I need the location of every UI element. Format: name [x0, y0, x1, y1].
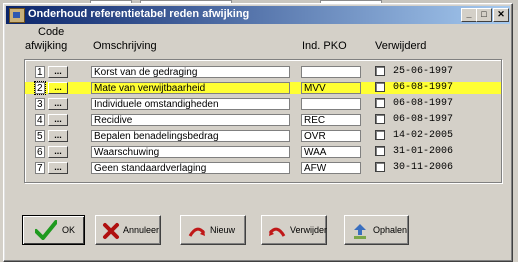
- verwijderd-checkbox[interactable]: [375, 82, 385, 92]
- omschrijving-field[interactable]: Recidive: [91, 114, 290, 126]
- header-code: Code: [38, 26, 65, 38]
- window-title: Onderhoud referentietabel reden afwijkin…: [28, 8, 250, 20]
- verwijderd-date: 06-08-1997: [393, 114, 454, 125]
- app-icon: [9, 8, 25, 23]
- ok-label: OK: [62, 225, 76, 235]
- dialog-window: Onderhoud referentietabel reden afwijkin…: [3, 3, 513, 262]
- title-bar: Onderhoud referentietabel reden afwijkin…: [6, 6, 510, 24]
- code-field[interactable]: 5: [35, 130, 45, 142]
- ind-pko-field[interactable]: AFW: [301, 162, 361, 174]
- omschrijving-field[interactable]: Korst van de gedraging: [91, 66, 290, 78]
- ophalen-label: Ophalen: [373, 225, 408, 235]
- ind-pko-field[interactable]: [301, 98, 361, 110]
- verwijderd-date: 30-11-2006: [393, 162, 454, 173]
- annuleer-button[interactable]: Annuleer: [95, 215, 161, 245]
- omschrijving-field[interactable]: Individuele omstandigheden: [91, 98, 290, 110]
- verwijderd-date: 14-02-2005: [393, 130, 454, 141]
- code-field[interactable]: 4: [35, 114, 45, 126]
- lookup-button[interactable]: ...: [48, 66, 68, 78]
- annuleer-label: Annuleer: [123, 225, 160, 235]
- header-verwijderd: Verwijderd: [375, 40, 427, 52]
- lookup-button[interactable]: ...: [48, 98, 68, 110]
- code-field[interactable]: 6: [35, 146, 45, 158]
- ind-pko-field[interactable]: MVV: [301, 82, 361, 94]
- header-omschrijving: Omschrijving: [93, 40, 157, 52]
- omschrijving-field[interactable]: Geen standaardverlaging: [91, 162, 290, 174]
- ind-pko-field[interactable]: [301, 66, 361, 78]
- records-group: 1... Korst van de gedraging 25-06-1997 2...…: [24, 59, 502, 183]
- omschrijving-field[interactable]: Mate van verwijtbaarheid: [91, 82, 290, 94]
- verwijderd-checkbox[interactable]: [375, 130, 385, 140]
- verwijderd-checkbox[interactable]: [375, 66, 385, 76]
- background-app-bottom: [0, 262, 518, 277]
- omschrijving-field[interactable]: Waarschuwing: [91, 146, 290, 158]
- verwijderd-checkbox[interactable]: [375, 114, 385, 124]
- verwijder-button[interactable]: Verwijder: [261, 215, 327, 245]
- header-ind-pko: Ind. PKO: [302, 40, 347, 52]
- verwijderd-checkbox[interactable]: [375, 98, 385, 108]
- maximize-button[interactable]: □: [476, 8, 492, 22]
- lookup-button[interactable]: ...: [48, 130, 68, 142]
- button-bar: OK Annuleer Nieuw Verwijder Ophalen: [14, 215, 502, 255]
- header-afwijking: afwijking: [25, 40, 68, 52]
- ok-button[interactable]: OK: [22, 215, 85, 245]
- close-button[interactable]: ✕: [493, 8, 509, 22]
- code-field[interactable]: 2: [34, 81, 46, 95]
- nieuw-button[interactable]: Nieuw: [180, 215, 246, 245]
- x-icon: [103, 223, 119, 239]
- check-icon: [35, 220, 57, 240]
- verwijderd-checkbox[interactable]: [375, 146, 385, 156]
- lookup-button[interactable]: ...: [48, 82, 68, 94]
- ind-pko-field[interactable]: WAA: [301, 146, 361, 158]
- verwijder-label: Verwijder: [290, 225, 328, 235]
- ind-pko-field[interactable]: OVR: [301, 130, 361, 142]
- ind-pko-field[interactable]: REC: [301, 114, 361, 126]
- verwijderd-date: 06-08-1997: [393, 82, 454, 94]
- lookup-button[interactable]: ...: [48, 114, 68, 126]
- code-field[interactable]: 7: [35, 162, 45, 174]
- verwijderd-date: 31-01-2006: [393, 146, 454, 157]
- curved-arrow-icon: [188, 227, 206, 237]
- omschrijving-field[interactable]: Bepalen benadelingsbedrag: [91, 130, 290, 142]
- ophalen-button[interactable]: Ophalen: [344, 215, 409, 245]
- lookup-button[interactable]: ...: [48, 162, 68, 174]
- verwijderd-date: 25-06-1997: [393, 66, 454, 77]
- verwijderd-date: 06-08-1997: [393, 98, 454, 109]
- minimize-button[interactable]: _: [461, 8, 477, 22]
- verwijderd-checkbox[interactable]: [375, 162, 385, 172]
- lookup-button[interactable]: ...: [48, 146, 68, 158]
- code-field[interactable]: 3: [35, 98, 45, 110]
- retrieve-icon: [354, 224, 366, 239]
- nieuw-label: Nieuw: [210, 225, 236, 235]
- curved-arrow-icon: [268, 227, 286, 237]
- code-field[interactable]: 1: [35, 66, 45, 78]
